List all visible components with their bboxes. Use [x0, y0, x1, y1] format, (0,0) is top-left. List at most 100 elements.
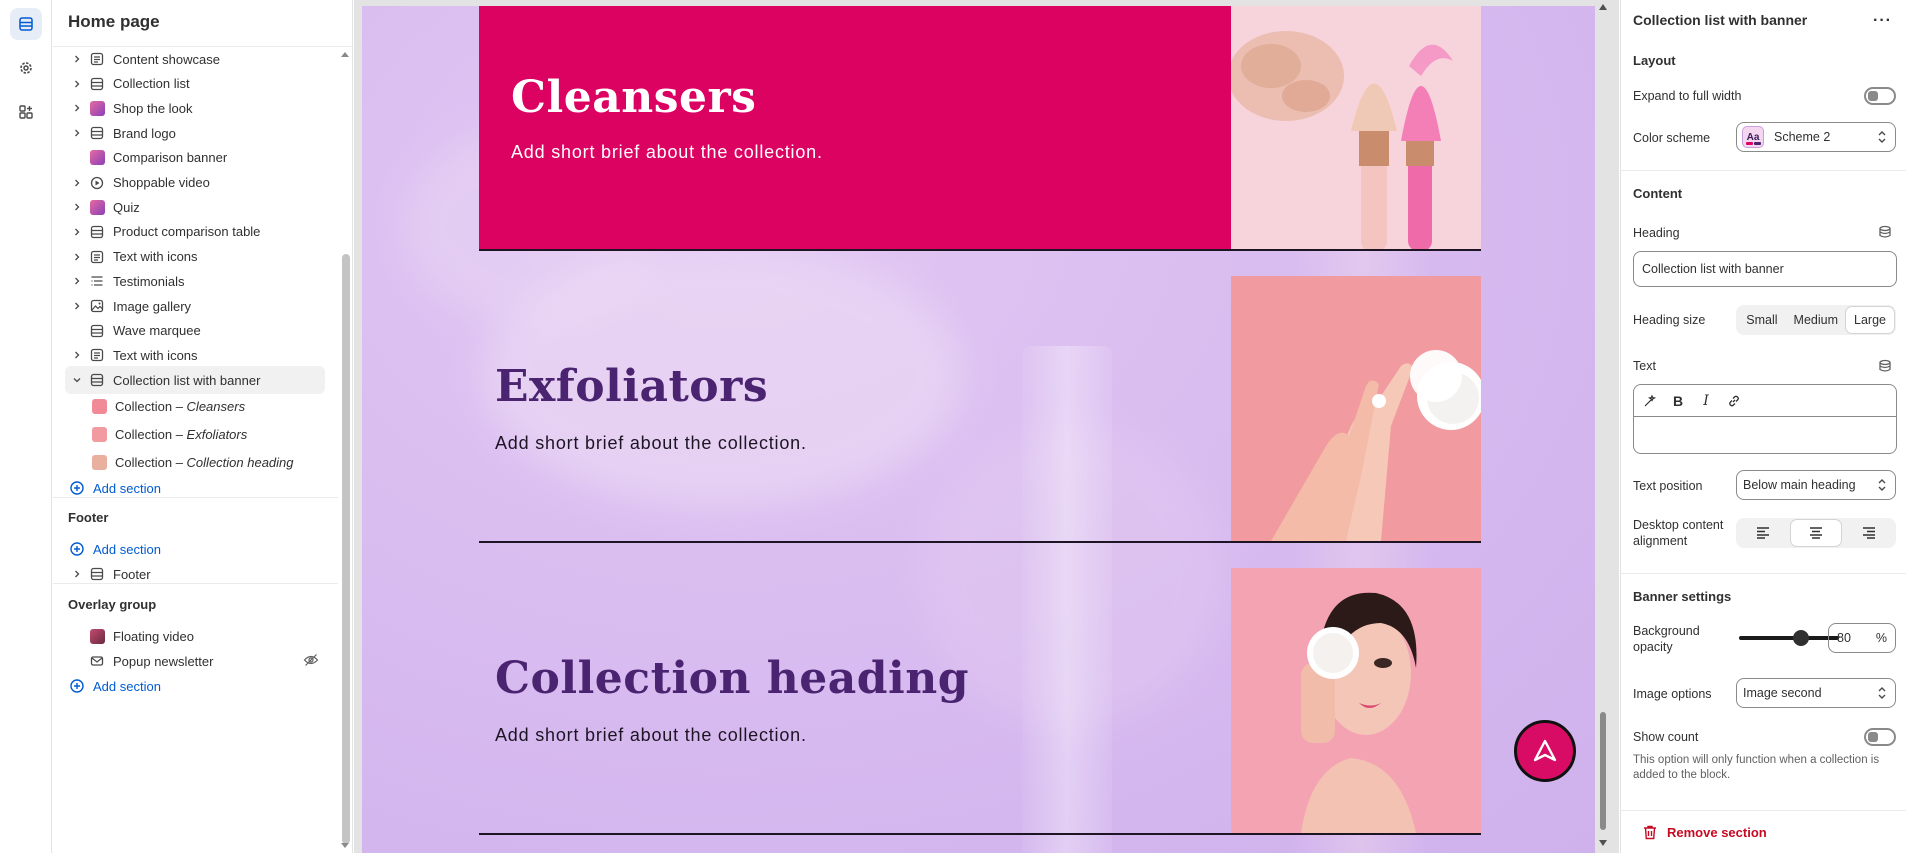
section-label: Footer [113, 566, 151, 582]
slider-handle[interactable] [1793, 630, 1809, 646]
opacity-unit: % [1875, 631, 1887, 645]
chevron-right-icon[interactable] [72, 79, 82, 89]
footer-add-section-button[interactable]: Add section [65, 535, 325, 563]
section-label: Text with icons [113, 347, 198, 363]
section-label: Popup newsletter [113, 653, 214, 669]
section-item-floating-video[interactable]: Floating video [65, 622, 325, 650]
heading-size-small[interactable]: Small [1738, 307, 1785, 333]
overlay-add-section-button[interactable]: Add section [65, 672, 325, 700]
expand-full-width-toggle[interactable] [1864, 87, 1896, 105]
background-opacity-slider[interactable] [1739, 628, 1839, 648]
preview-scrollbar[interactable] [1597, 0, 1609, 853]
section-item-popup-newsletter[interactable]: Popup newsletter [65, 647, 325, 675]
collection-brief: Add short brief about the collection. [495, 433, 807, 453]
expand-full-width-label: Expand to full width [1633, 89, 1742, 103]
collection-banner-cleansers[interactable]: Cleansers Add short brief about the coll… [479, 6, 1481, 251]
chevron-right-icon[interactable] [72, 103, 82, 113]
block-item-cleansers[interactable]: Collection – Cleansers [81, 392, 325, 420]
chevron-right-icon[interactable] [72, 54, 82, 64]
align-center-icon[interactable] [1791, 520, 1841, 546]
floating-action-button[interactable] [1514, 720, 1576, 782]
text-editor[interactable]: B I [1633, 384, 1897, 454]
section-item-quiz[interactable]: Quiz [65, 193, 325, 221]
navigation-arrow-icon [1533, 739, 1557, 762]
remove-section-label: Remove section [1667, 824, 1767, 840]
heading-size-large[interactable]: Large [1846, 307, 1894, 333]
collection-image-exfoliators [1231, 276, 1481, 541]
more-options-icon[interactable]: ··· [1873, 12, 1892, 30]
background-opacity-label: Background opacity [1633, 624, 1700, 654]
layout-icon [89, 125, 105, 141]
dynamic-source-icon[interactable] [1878, 359, 1892, 373]
heading-size-segmented: Small Medium Large [1736, 305, 1896, 335]
chevron-right-icon[interactable] [72, 276, 82, 286]
list-icon [89, 273, 105, 289]
chevron-right-icon[interactable] [72, 350, 82, 360]
collection-banner-exfoliators[interactable]: Exfoliators Add short brief about the co… [479, 251, 1481, 543]
preview-frame: Cleansers Add short brief about the coll… [354, 0, 1619, 853]
block-item-collection-heading[interactable]: Collection – Collection heading [81, 448, 325, 476]
divider [1621, 170, 1906, 171]
sections-icon[interactable] [10, 8, 42, 40]
section-item-image-gallery[interactable]: Image gallery [65, 292, 325, 320]
chevron-right-icon[interactable] [72, 301, 82, 311]
align-left-icon[interactable] [1738, 520, 1788, 546]
add-section-label: Add section [93, 480, 161, 496]
section-item-collection-list-with-banner[interactable]: Collection list with banner [65, 366, 325, 395]
section-item-brand-logo[interactable]: Brand logo [65, 119, 325, 147]
section-item-product-comparison-table[interactable]: Product comparison table [65, 218, 325, 246]
sidebar-scroll-thumb[interactable] [342, 254, 350, 844]
heading-input[interactable]: Collection list with banner [1633, 251, 1897, 287]
italic-icon[interactable]: I [1698, 393, 1714, 409]
chevron-right-icon[interactable] [72, 252, 82, 262]
background-opacity-input[interactable]: 80 % [1828, 623, 1896, 653]
color-scheme-select[interactable]: Aa Scheme 2 [1736, 122, 1896, 152]
section-thumbnail [89, 100, 105, 116]
section-thumbnail [89, 199, 105, 215]
section-label: Floating video [113, 628, 194, 644]
ai-sparkle-icon[interactable] [1642, 393, 1658, 409]
section-thumbnail [89, 628, 105, 644]
align-right-icon[interactable] [1844, 520, 1894, 546]
icon-rail [0, 0, 52, 853]
divider [53, 497, 338, 498]
section-label: Shop the look [113, 100, 193, 116]
block-item-exfoliators[interactable]: Collection – Exfoliators [81, 420, 325, 448]
layout-icon [89, 372, 105, 388]
chevron-down-icon[interactable] [72, 375, 82, 385]
banner-background [479, 6, 1231, 249]
page-title: Home page [68, 12, 160, 31]
section-item-comparison-banner[interactable]: Comparison banner [65, 144, 325, 172]
chevron-right-icon[interactable] [72, 202, 82, 212]
settings-icon[interactable] [10, 52, 42, 84]
chevron-right-icon[interactable] [72, 128, 82, 138]
section-item-content-showcase[interactable]: Content showcase [65, 45, 325, 73]
collection-brief: Add short brief about the collection. [511, 142, 823, 162]
dynamic-source-icon[interactable] [1878, 225, 1892, 239]
apps-icon[interactable] [10, 96, 42, 128]
text-position-select[interactable]: Below main heading [1736, 470, 1896, 500]
layout-icon [89, 76, 105, 92]
image-options-select[interactable]: Image second [1736, 678, 1896, 708]
image-options-label: Image options [1633, 687, 1712, 701]
select-arrows-icon [1878, 687, 1886, 699]
collection-banner-collection-heading[interactable]: Collection heading Add short brief about… [479, 543, 1481, 835]
heading-size-medium[interactable]: Medium [1786, 307, 1846, 333]
alignment-label: Desktop content alignment [1633, 518, 1724, 548]
show-count-toggle[interactable] [1864, 728, 1896, 746]
preview-scroll-thumb[interactable] [1600, 712, 1606, 830]
select-arrows-icon [1878, 131, 1886, 143]
chevron-right-icon[interactable] [72, 178, 82, 188]
add-circle-icon [70, 679, 84, 693]
hidden-eye-icon[interactable] [303, 653, 319, 670]
remove-section-button[interactable]: Remove section [1621, 810, 1906, 853]
footer-group-title: Footer [68, 510, 109, 525]
text-block-icon [89, 347, 105, 363]
block-thumbnail [91, 454, 107, 470]
chevron-right-icon[interactable] [72, 227, 82, 237]
link-icon[interactable] [1726, 393, 1742, 409]
bold-icon[interactable]: B [1670, 393, 1686, 409]
sidebar-scrollbar[interactable] [340, 48, 350, 848]
chevron-right-icon[interactable] [72, 569, 82, 579]
layout-icon [89, 323, 105, 339]
